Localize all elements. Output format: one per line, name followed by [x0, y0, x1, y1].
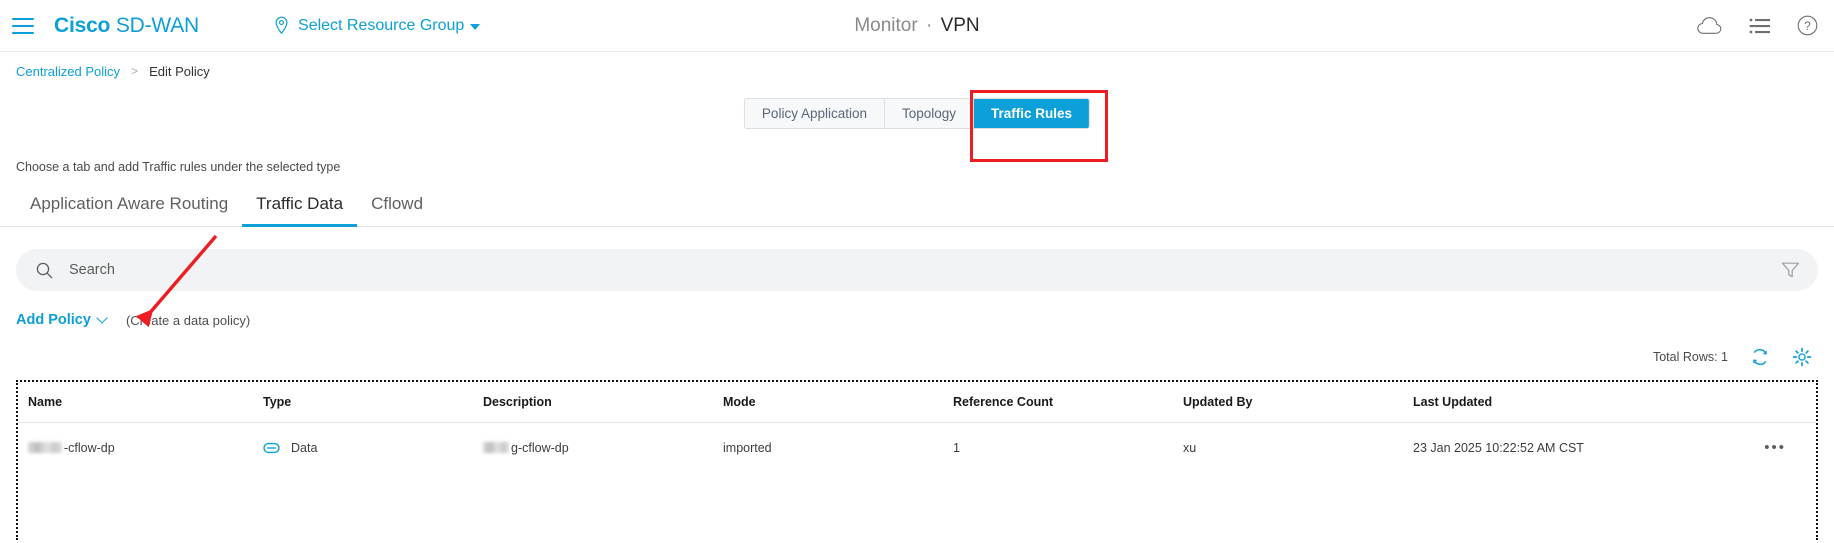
header-icon-group: ? [1696, 15, 1818, 36]
app-header: Cisco SD-WAN Select Resource Group Monit… [0, 0, 1834, 52]
column-header-mode[interactable]: Mode [723, 382, 953, 423]
tab-topology[interactable]: Topology [885, 99, 974, 128]
filter-funnel-icon[interactable] [1781, 261, 1800, 279]
table-header-row: Name Type Description Mode Reference Cou… [18, 382, 1816, 423]
brand-name-sdwan: SD-WAN [116, 14, 199, 37]
policy-tab-group-container: Policy Application Topology Traffic Rule… [0, 90, 1834, 148]
page-title-section: Monitor [854, 15, 917, 36]
breadcrumb-link-centralized-policy[interactable]: Centralized Policy [16, 64, 120, 79]
policy-table-container: Name Type Description Mode Reference Cou… [16, 380, 1818, 540]
brand-name-cisco: Cisco [54, 14, 110, 37]
cell-actions: ••• [1653, 423, 1816, 473]
ellipsis-icon[interactable]: ••• [1764, 439, 1786, 456]
breadcrumb-current-edit-policy: Edit Policy [149, 64, 210, 79]
redacted-description-prefix [483, 442, 509, 453]
subtab-traffic-data[interactable]: Traffic Data [242, 188, 357, 227]
search-icon [36, 262, 53, 279]
cell-name-text: -cflow-dp [64, 441, 115, 455]
hamburger-icon[interactable] [12, 15, 38, 37]
tab-traffic-rules[interactable]: Traffic Rules [974, 99, 1089, 128]
refresh-icon[interactable] [1750, 347, 1770, 367]
add-policy-button[interactable]: Add Policy [16, 312, 106, 328]
cell-updated-by: xu [1183, 423, 1413, 473]
cell-reference-count: 1 [953, 423, 1183, 473]
cell-name: -cflow-dp [18, 423, 263, 473]
link-chain-icon [263, 442, 280, 454]
traffic-rules-subtabs: Application Aware Routing Traffic Data C… [0, 188, 1834, 227]
breadcrumb-chevron-icon: > [131, 64, 138, 78]
cell-type: Data [263, 423, 483, 473]
add-policy-label: Add Policy [16, 312, 91, 328]
cell-type-text: Data [291, 441, 317, 455]
policy-table: Name Type Description Mode Reference Cou… [18, 382, 1816, 472]
search-row [0, 249, 1834, 291]
resource-group-selector[interactable]: Select Resource Group [273, 16, 480, 35]
cloud-icon[interactable] [1696, 16, 1723, 35]
page-title-separator: · [923, 15, 935, 36]
redacted-name-prefix [28, 442, 62, 453]
table-row[interactable]: -cflow-dp Data g-cflow-dp imported 1 [18, 423, 1816, 473]
svg-text:?: ? [1804, 19, 1811, 33]
tab-policy-application[interactable]: Policy Application [745, 99, 885, 128]
list-icon[interactable] [1749, 17, 1771, 35]
instruction-text: Choose a tab and add Traffic rules under… [0, 160, 1834, 174]
help-icon[interactable]: ? [1797, 15, 1818, 36]
table-body: -cflow-dp Data g-cflow-dp imported 1 [18, 423, 1816, 473]
total-rows-label: Total Rows: 1 [1653, 350, 1728, 364]
cell-description-text: g-cflow-dp [511, 441, 569, 455]
policy-tab-group: Policy Application Topology Traffic Rule… [744, 98, 1090, 129]
resource-group-label: Select Resource Group [298, 17, 464, 35]
column-header-actions [1653, 382, 1816, 423]
breadcrumb: Centralized Policy > Edit Policy [0, 52, 1834, 90]
search-input[interactable] [69, 262, 1781, 278]
column-header-updated-by[interactable]: Updated By [1183, 382, 1413, 423]
location-pin-icon [273, 16, 290, 35]
column-header-type[interactable]: Type [263, 382, 483, 423]
table-header: Name Type Description Mode Reference Cou… [18, 382, 1816, 423]
column-header-description[interactable]: Description [483, 382, 723, 423]
column-header-reference-count[interactable]: Reference Count [953, 382, 1183, 423]
column-header-name[interactable]: Name [18, 382, 263, 423]
chevron-down-icon [96, 312, 107, 323]
column-header-last-updated[interactable]: Last Updated [1413, 382, 1653, 423]
add-policy-row: Add Policy (Create a data policy) [0, 312, 1834, 328]
subtab-application-aware-routing[interactable]: Application Aware Routing [16, 188, 242, 227]
cell-last-updated: 23 Jan 2025 10:22:52 AM CST [1413, 423, 1653, 473]
gear-icon[interactable] [1792, 347, 1812, 367]
cell-mode: imported [723, 423, 953, 473]
cell-description: g-cflow-dp [483, 423, 723, 473]
brand-logo: Cisco SD-WAN [54, 14, 199, 38]
chevron-down-icon [470, 24, 480, 30]
add-policy-hint: (Create a data policy) [126, 313, 250, 328]
page-title-current: VPN [941, 15, 980, 36]
subtab-cflowd[interactable]: Cflowd [357, 188, 437, 227]
table-toolbar: Total Rows: 1 [0, 344, 1834, 370]
search-bar[interactable] [16, 249, 1818, 291]
